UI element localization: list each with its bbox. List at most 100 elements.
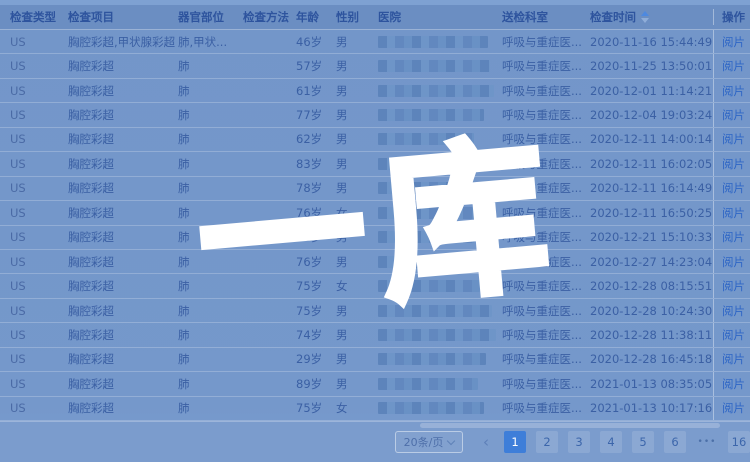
organ-cell: 肺,甲状... [178, 30, 243, 53]
table-row[interactable]: US胸腔彩超肺62岁男呼吸与重症医...2020-12-11 14:00:14阅… [0, 128, 750, 152]
page-list: 123456 ••• 16 [499, 431, 748, 453]
method-cell [243, 128, 296, 151]
view-film-link[interactable]: 阅片 [722, 278, 745, 294]
table-row[interactable]: US胸腔彩超肺29岁男呼吸与重症医...2020-12-28 16:45:18阅… [0, 348, 750, 372]
hospital-cell [378, 323, 502, 346]
method-cell [243, 177, 296, 200]
organ-cell: 肺 [178, 250, 243, 273]
view-film-link[interactable]: 阅片 [722, 107, 745, 123]
view-film-link[interactable]: 阅片 [722, 34, 745, 50]
hospital-redacted-block [378, 231, 474, 243]
table-row[interactable]: US胸腔彩超肺78岁男呼吸与重症医...2020-12-11 16:14:49阅… [0, 177, 750, 201]
table-row[interactable]: US胸腔彩超肺76岁女呼吸与重症医...2020-12-11 16:50:25阅… [0, 201, 750, 225]
dept-cell: 呼吸与重症医... [502, 299, 590, 322]
organ-cell: 肺 [178, 79, 243, 102]
method-cell [243, 201, 296, 224]
exam-type-cell: US [10, 226, 68, 249]
table-row[interactable]: US胸腔彩超肺57岁男呼吸与重症医...2020-11-25 13:50:01阅… [0, 54, 750, 78]
view-film-link[interactable]: 阅片 [722, 156, 745, 172]
exam-item-cell: 胸腔彩超 [68, 397, 178, 420]
page-button-4[interactable]: 4 [600, 431, 622, 453]
page-button-5[interactable]: 5 [632, 431, 654, 453]
prev-page-button[interactable]: ‹ [477, 431, 495, 453]
dept-cell: 呼吸与重症医... [502, 128, 590, 151]
method-cell [243, 103, 296, 126]
method-cell [243, 54, 296, 77]
time-cell: 2020-12-11 16:14:49 [590, 177, 713, 200]
view-film-link[interactable]: 阅片 [722, 58, 745, 74]
view-film-link[interactable]: 阅片 [722, 351, 745, 367]
organ-cell: 肺 [178, 103, 243, 126]
method-cell [243, 152, 296, 175]
horizontal-scrollbar[interactable] [420, 423, 720, 428]
table-row[interactable]: US胸腔彩超肺89岁男呼吸与重症医...2021-01-13 08:35:05阅… [0, 372, 750, 396]
action-cell: 阅片 [713, 79, 750, 102]
gender-cell: 男 [336, 299, 378, 322]
dept-cell: 呼吸与重症医... [502, 54, 590, 77]
time-cell: 2020-12-27 14:23:04 [590, 250, 713, 273]
pager: 20条/页 ‹ 123456 ••• 16 [395, 431, 748, 453]
table-row[interactable]: US胸腔彩超肺75岁男呼吸与重症医...2020-12-28 10:24:30阅… [0, 299, 750, 323]
table-row[interactable]: US胸腔彩超肺76岁男呼吸与重症医...2020-12-27 14:23:04阅… [0, 250, 750, 274]
gender-cell: 男 [336, 177, 378, 200]
age-cell: 61岁 [296, 79, 336, 102]
table-row[interactable]: US胸腔彩超肺74岁男呼吸与重症医...2020-12-28 11:38:11阅… [0, 323, 750, 347]
view-film-link[interactable]: 阅片 [722, 327, 745, 343]
sort-caret-icon[interactable] [641, 11, 649, 23]
view-film-link[interactable]: 阅片 [722, 205, 745, 221]
exam-type-cell: US [10, 323, 68, 346]
table-row[interactable]: US胸腔彩超,甲状腺彩超肺,甲状...46岁男呼吸与重症医...2020-11-… [0, 30, 750, 54]
hospital-redacted-block [378, 256, 490, 268]
organ-cell: 肺 [178, 128, 243, 151]
organ-cell: 肺 [178, 201, 243, 224]
action-cell: 阅片 [713, 226, 750, 249]
view-film-link[interactable]: 阅片 [722, 83, 745, 99]
table-row[interactable]: US胸腔彩超肺83岁男呼吸与重症医...2020-12-11 16:02:05阅… [0, 152, 750, 176]
view-film-link[interactable]: 阅片 [722, 400, 745, 416]
dept-cell: 呼吸与重症医... [502, 274, 590, 297]
page-ellipsis[interactable]: ••• [696, 431, 718, 453]
dept-cell: 呼吸与重症医... [502, 201, 590, 224]
table-row[interactable]: US胸腔彩超肺75岁女呼吸与重症医...2021-01-13 10:17:16阅… [0, 397, 750, 421]
method-cell [243, 274, 296, 297]
view-film-link[interactable]: 阅片 [722, 376, 745, 392]
exam-item-cell: 胸腔彩超 [68, 54, 178, 77]
table-row[interactable]: US胸腔彩超肺66岁男呼吸与重症医...2020-12-21 15:10:33阅… [0, 226, 750, 250]
exam-type-cell: US [10, 250, 68, 273]
page-size-select[interactable]: 20条/页 [395, 431, 463, 453]
exam-type-cell: US [10, 30, 68, 53]
age-cell: 66岁 [296, 226, 336, 249]
hospital-cell [378, 274, 502, 297]
view-film-link[interactable]: 阅片 [722, 131, 745, 147]
view-film-link[interactable]: 阅片 [722, 303, 745, 319]
time-cell: 2020-12-01 11:14:21 [590, 79, 713, 102]
hospital-cell [378, 201, 502, 224]
page-button-1[interactable]: 1 [504, 431, 526, 453]
hospital-redacted-block [378, 109, 484, 121]
hospital-redacted-block [378, 402, 484, 414]
time-cell: 2020-12-11 14:00:14 [590, 128, 713, 151]
page-button-16[interactable]: 16 [728, 431, 750, 453]
exam-item-cell: 胸腔彩超 [68, 128, 178, 151]
col-organ: 器官部位 [178, 9, 243, 25]
exam-type-cell: US [10, 348, 68, 371]
col-time-label: 检查时间 [590, 9, 636, 25]
view-film-link[interactable]: 阅片 [722, 180, 745, 196]
page-button-2[interactable]: 2 [536, 431, 558, 453]
page-button-3[interactable]: 3 [568, 431, 590, 453]
page-button-6[interactable]: 6 [664, 431, 686, 453]
age-cell: 75岁 [296, 299, 336, 322]
hospital-cell [378, 79, 502, 102]
action-cell: 阅片 [713, 397, 750, 420]
method-cell [243, 226, 296, 249]
col-exam-item: 检查项目 [68, 9, 178, 25]
hospital-redacted-block [378, 329, 496, 341]
hospital-cell [378, 177, 502, 200]
table-row[interactable]: US胸腔彩超肺61岁男呼吸与重症医...2020-12-01 11:14:21阅… [0, 79, 750, 103]
view-film-link[interactable]: 阅片 [722, 254, 745, 270]
hospital-cell [378, 250, 502, 273]
col-time-sortable[interactable]: 检查时间 [590, 9, 713, 25]
view-film-link[interactable]: 阅片 [722, 229, 745, 245]
table-row[interactable]: US胸腔彩超肺77岁男呼吸与重症医...2020-12-04 19:03:24阅… [0, 103, 750, 127]
table-row[interactable]: US胸腔彩超肺75岁女呼吸与重症医...2020-12-28 08:15:51阅… [0, 274, 750, 298]
